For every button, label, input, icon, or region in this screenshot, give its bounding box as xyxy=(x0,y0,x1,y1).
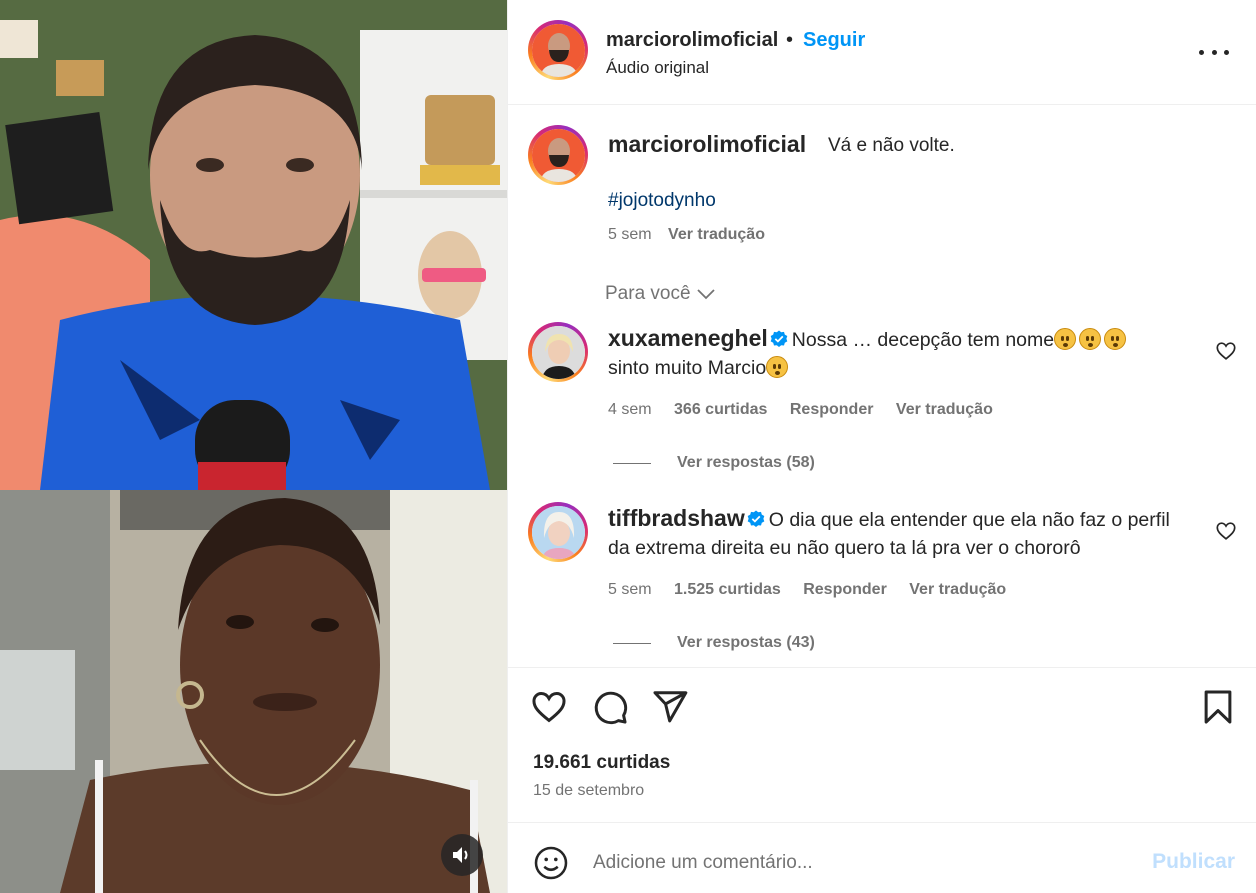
volume-icon xyxy=(453,847,468,863)
comment-age: 5 sem xyxy=(608,581,652,598)
more-dot-icon xyxy=(1211,49,1217,55)
comments-scroll-area[interactable]: marciorolimoficial Vá e não volte. #jojo… xyxy=(508,106,1256,666)
view-replies-label: Ver respostas (43) xyxy=(677,634,815,651)
mute-toggle-button[interactable] xyxy=(441,834,483,876)
post-actions-bar: 19.661 curtidas 15 de setembro xyxy=(508,667,1256,822)
emoji-picker-icon[interactable] xyxy=(533,845,569,881)
neutral-face-emoji-icon xyxy=(1079,328,1102,350)
comment-like-heart-icon[interactable] xyxy=(1215,340,1237,362)
comment-translate-link[interactable]: Ver tradução xyxy=(909,581,1006,598)
neutral-face-emoji-icon xyxy=(766,356,789,378)
commenter-avatar-image xyxy=(531,325,585,379)
caption-meta: 5 sem Ver tradução xyxy=(608,226,765,244)
comment-input[interactable] xyxy=(593,843,1113,883)
bookmark-icon[interactable] xyxy=(1199,688,1237,726)
replies-divider-line xyxy=(613,462,651,464)
more-options-button[interactable] xyxy=(1199,40,1229,64)
view-replies-button[interactable]: Ver respostas (43) xyxy=(613,634,815,652)
verified-badge-icon xyxy=(747,510,765,527)
comment-age: 4 sem xyxy=(608,401,652,418)
author-username[interactable]: marciorolimoficial xyxy=(606,29,778,52)
comment-meta: 5 sem 1.525 curtidas Responder Ver tradu… xyxy=(608,581,1024,599)
caption-username[interactable]: marciorolimoficial xyxy=(608,131,806,158)
comment-translate-link[interactable]: Ver tradução xyxy=(896,401,993,418)
comment-sort-label: Para você xyxy=(605,283,691,304)
view-replies-label: Ver respostas (58) xyxy=(677,454,815,471)
commenter-username[interactable]: xuxameneghel xyxy=(608,325,768,351)
comment-icon[interactable] xyxy=(591,688,629,726)
commenter-avatar-image xyxy=(531,505,585,559)
comment-reply-button[interactable]: Responder xyxy=(803,581,887,598)
audio-label[interactable]: Áudio original xyxy=(606,58,709,78)
neutral-face-emoji-icon xyxy=(1054,328,1077,350)
neutral-face-emoji-icon xyxy=(1104,328,1127,350)
author-avatar[interactable] xyxy=(528,20,588,80)
caption-author-avatar[interactable] xyxy=(528,125,588,185)
more-dot-icon xyxy=(1199,49,1204,55)
post-media[interactable] xyxy=(0,0,507,893)
post-date[interactable]: 15 de setembro xyxy=(533,782,644,800)
chevron-down-icon xyxy=(696,289,715,300)
share-icon[interactable] xyxy=(651,688,689,726)
separator-dot: • xyxy=(786,29,794,51)
comment-sort-dropdown[interactable]: Para você xyxy=(605,283,715,305)
comment-likes-count[interactable]: 1.525 curtidas xyxy=(674,581,781,598)
caption-age: 5 sem xyxy=(608,226,652,243)
replies-divider-line xyxy=(613,642,651,644)
post-likes-count[interactable]: 19.661 curtidas xyxy=(533,752,670,774)
caption-avatar-image xyxy=(531,128,585,182)
caption-text: Vá e não volte. xyxy=(828,135,955,156)
comment-reply-button[interactable]: Responder xyxy=(790,401,874,418)
verified-badge-icon xyxy=(770,330,788,347)
caption-hashtag[interactable]: #jojotodynho xyxy=(608,190,716,212)
video-frame-bottom-image xyxy=(0,490,507,893)
post-details-panel: marciorolimoficial • Seguir Áudio origin… xyxy=(507,0,1256,893)
video-frame-top xyxy=(0,0,507,490)
publish-button[interactable]: Publicar xyxy=(1152,850,1235,874)
comment-likes-count[interactable]: 366 curtidas xyxy=(674,401,767,418)
follow-button[interactable]: Seguir xyxy=(803,29,865,52)
more-dot-icon xyxy=(1224,49,1229,55)
comment-text: Nossa … decepção tem nome xyxy=(791,329,1055,351)
comment-like-heart-icon[interactable] xyxy=(1215,520,1237,542)
caption-translate-link[interactable]: Ver tradução xyxy=(668,226,765,243)
heart-icon[interactable] xyxy=(530,688,568,726)
comment-compose-bar: Publicar xyxy=(508,822,1256,893)
commenter-avatar[interactable] xyxy=(528,322,588,382)
comment-body: tiffbradshaw O dia que ela entender que e… xyxy=(608,504,1188,562)
commenter-username[interactable]: tiffbradshaw xyxy=(608,505,745,531)
author-avatar-image xyxy=(531,23,585,77)
comment-body: xuxameneghel Nossa … decepção tem nome sin… xyxy=(608,324,1188,382)
comment-text-line2: sinto muito Marcio xyxy=(608,357,767,379)
post-header: marciorolimoficial • Seguir Áudio origin… xyxy=(508,0,1256,105)
commenter-avatar[interactable] xyxy=(528,502,588,562)
comment-meta: 4 sem 366 curtidas Responder Ver traduçã… xyxy=(608,401,1011,419)
view-replies-button[interactable]: Ver respostas (58) xyxy=(613,454,815,472)
video-frame-top-image xyxy=(0,0,507,490)
video-frame-bottom xyxy=(0,490,507,893)
